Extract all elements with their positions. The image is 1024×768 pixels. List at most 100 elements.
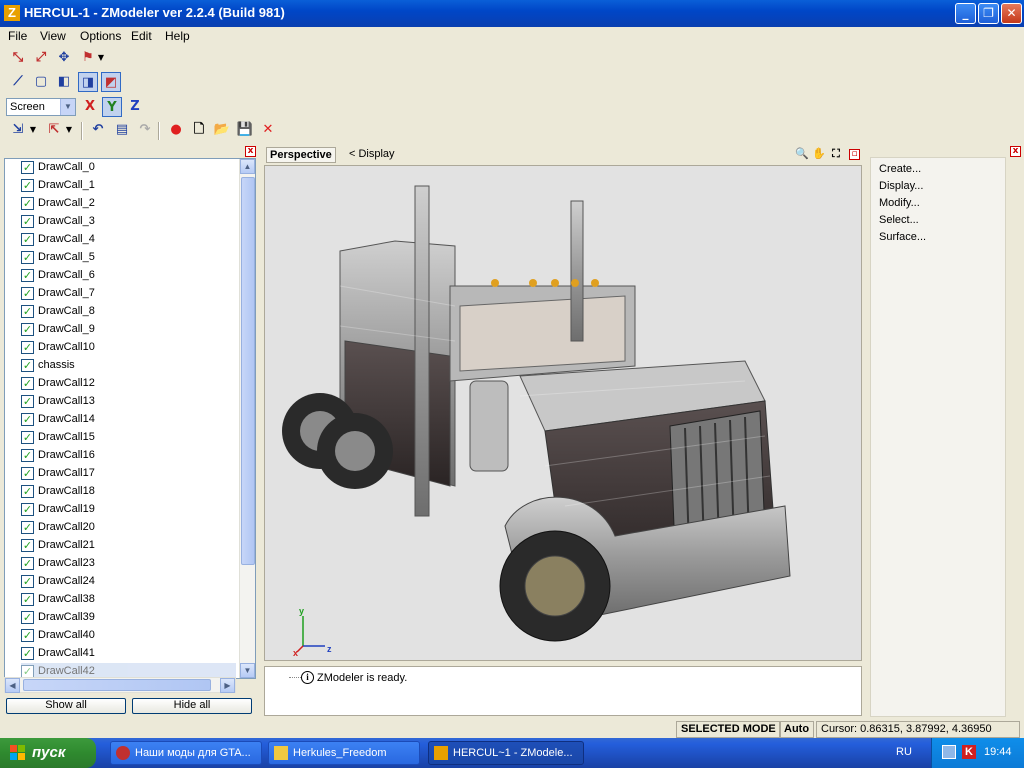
display-menu[interactable]: < Display: [349, 148, 395, 160]
tree-horizontal-scrollbar[interactable]: ◀ ▶: [4, 677, 236, 693]
visibility-checkbox[interactable]: ✓: [21, 287, 34, 300]
antivirus-icon[interactable]: K: [962, 745, 976, 759]
record-icon[interactable]: ●: [166, 120, 186, 140]
visibility-checkbox[interactable]: ✓: [21, 485, 34, 498]
list-item[interactable]: ✓ DrawCall_5: [21, 249, 236, 267]
visibility-checkbox[interactable]: ✓: [21, 377, 34, 390]
wireframe-mode-icon[interactable]: ▢: [31, 72, 51, 92]
command-create[interactable]: Create...: [879, 163, 921, 175]
list-item[interactable]: ✓ DrawCall12: [21, 375, 236, 393]
taskbar-item-browser[interactable]: Наши моды для GTA...: [110, 741, 262, 765]
visibility-checkbox[interactable]: ✓: [21, 341, 34, 354]
list-item[interactable]: ✓ DrawCall39: [21, 609, 236, 627]
visibility-checkbox[interactable]: ✓: [21, 395, 34, 408]
undo-icon[interactable]: ↶: [88, 120, 108, 140]
tree-vertical-scrollbar[interactable]: ▲ ▼: [239, 159, 255, 678]
visibility-checkbox[interactable]: ✓: [21, 503, 34, 516]
list-item[interactable]: ✓ DrawCall13: [21, 393, 236, 411]
taskbar-item-folder[interactable]: Herkules_Freedom: [268, 741, 420, 765]
list-item[interactable]: ✓ DrawCall_2: [21, 195, 236, 213]
select-edge-icon[interactable]: ⤢: [31, 48, 51, 68]
language-indicator[interactable]: RU: [896, 746, 912, 758]
scroll-down-icon[interactable]: ▼: [240, 663, 255, 678]
3d-viewport[interactable]: y z x: [264, 165, 862, 661]
list-item[interactable]: ✓ DrawCall14: [21, 411, 236, 429]
import-dropdown-icon[interactable]: ▼: [28, 120, 38, 140]
list-item[interactable]: ✓ DrawCall10: [21, 339, 236, 357]
open-folder-icon[interactable]: 📂: [212, 120, 232, 140]
maximize-view-icon[interactable]: ⛶: [828, 146, 844, 162]
visibility-checkbox[interactable]: ✓: [21, 431, 34, 444]
list-item[interactable]: ✓ DrawCall_6: [21, 267, 236, 285]
list-item[interactable]: ✓ DrawCall_1: [21, 177, 236, 195]
export-dropdown-icon[interactable]: ▼: [64, 120, 74, 140]
redo-icon[interactable]: ↷: [135, 120, 155, 140]
taskbar-item-zmodeler[interactable]: HERCUL~1 - ZModele...: [428, 741, 584, 765]
list-item[interactable]: ✓ DrawCall19: [21, 501, 236, 519]
command-modify[interactable]: Modify...: [879, 197, 920, 209]
visibility-checkbox[interactable]: ✓: [21, 647, 34, 660]
view-name-tab[interactable]: Perspective: [266, 147, 336, 163]
close-object-panel-icon[interactable]: x: [245, 146, 256, 157]
list-item[interactable]: ✓ DrawCall_0: [21, 159, 236, 177]
list-item[interactable]: ✓ DrawCall20: [21, 519, 236, 537]
visibility-checkbox[interactable]: ✓: [21, 629, 34, 642]
hide-all-button[interactable]: Hide all: [132, 698, 252, 714]
list-item[interactable]: ✓ chassis: [21, 357, 236, 375]
list-item[interactable]: ✓ DrawCall_3: [21, 213, 236, 231]
visibility-checkbox[interactable]: ✓: [21, 449, 34, 462]
list-item[interactable]: ✓ DrawCall17: [21, 465, 236, 483]
move-figure-icon[interactable]: ✥: [54, 48, 74, 68]
visibility-checkbox[interactable]: ✓: [21, 215, 34, 228]
visibility-checkbox[interactable]: ✓: [21, 467, 34, 480]
visibility-checkbox[interactable]: ✓: [21, 251, 34, 264]
select-object-icon[interactable]: ⚑: [78, 48, 98, 68]
visibility-checkbox[interactable]: ✓: [21, 359, 34, 372]
visibility-checkbox[interactable]: ✓: [21, 611, 34, 624]
dropdown-arrow-icon[interactable]: ▼: [96, 48, 106, 68]
network-icon[interactable]: [942, 745, 956, 759]
axis-z-toggle[interactable]: Z: [125, 97, 145, 117]
hscroll-thumb[interactable]: [23, 679, 211, 691]
menu-options[interactable]: Options: [80, 29, 121, 43]
scroll-right-icon[interactable]: ▶: [220, 678, 235, 693]
list-item[interactable]: ✓ DrawCall24: [21, 573, 236, 591]
visibility-checkbox[interactable]: ✓: [21, 269, 34, 282]
command-surface[interactable]: Surface...: [879, 231, 926, 243]
show-all-button[interactable]: Show all: [6, 698, 126, 714]
scroll-left-icon[interactable]: ◀: [5, 678, 20, 693]
axis-x-toggle[interactable]: X: [80, 97, 100, 117]
command-select[interactable]: Select...: [879, 214, 919, 226]
command-display[interactable]: Display...: [879, 180, 923, 192]
list-item[interactable]: ✓ DrawCall15: [21, 429, 236, 447]
textured-wire-mode-icon[interactable]: ◩: [101, 72, 121, 92]
visibility-checkbox[interactable]: ✓: [21, 539, 34, 552]
flat-mode-icon[interactable]: ◧: [54, 72, 74, 92]
list-item[interactable]: ✓ DrawCall_7: [21, 285, 236, 303]
select-vertex-icon[interactable]: ⤡: [8, 48, 28, 68]
list-item[interactable]: ✓ DrawCall_9: [21, 321, 236, 339]
visibility-checkbox[interactable]: ✓: [21, 557, 34, 570]
visibility-checkbox[interactable]: ✓: [21, 323, 34, 336]
import-icon[interactable]: ⇲: [8, 120, 28, 140]
list-item[interactable]: ✓ DrawCall40: [21, 627, 236, 645]
clipboard-icon[interactable]: ▤: [112, 120, 132, 140]
vertices-mode-icon[interactable]: ⟋: [8, 72, 28, 92]
list-item[interactable]: ✓ DrawCall_4: [21, 231, 236, 249]
visibility-checkbox[interactable]: ✓: [21, 197, 34, 210]
list-item[interactable]: ✓ DrawCall38: [21, 591, 236, 609]
zoom-icon[interactable]: 🔍: [794, 146, 810, 162]
visibility-checkbox[interactable]: ✓: [21, 575, 34, 588]
close-file-icon[interactable]: ✕: [258, 120, 278, 140]
close-viewport-icon[interactable]: ▫: [849, 149, 860, 160]
list-item[interactable]: ✓ DrawCall_8: [21, 303, 236, 321]
visibility-checkbox[interactable]: ✓: [21, 305, 34, 318]
menu-view[interactable]: View: [40, 29, 66, 43]
list-item[interactable]: ✓ DrawCall41: [21, 645, 236, 663]
scroll-thumb[interactable]: [241, 177, 255, 565]
export-icon[interactable]: ⇱: [44, 120, 64, 140]
visibility-checkbox[interactable]: ✓: [21, 161, 34, 174]
menu-edit[interactable]: Edit: [131, 29, 152, 43]
axis-y-toggle[interactable]: Y: [102, 97, 122, 117]
list-item[interactable]: ✓ DrawCall16: [21, 447, 236, 465]
